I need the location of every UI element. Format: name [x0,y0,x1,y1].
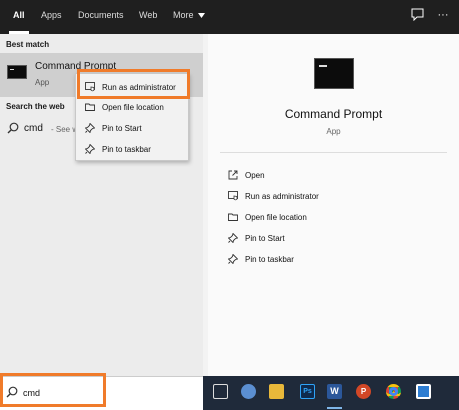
folder-icon [228,213,238,221]
tab-apps[interactable]: Apps [41,10,62,20]
photoshop-icon[interactable]: Ps [300,384,315,399]
shield-admin-icon [228,191,238,201]
tab-web[interactable]: Web [139,10,157,20]
file-explorer-icon[interactable] [269,384,284,399]
highlight-search-box [0,373,106,407]
ctx-open-file-location[interactable]: Open file location [76,97,188,117]
ctx-pin-to-start[interactable]: Pin to Start [76,118,188,138]
pin-icon [85,123,95,133]
app-detail-panel: Command Prompt App Open Run as administr… [208,34,459,376]
action-pin-to-start[interactable]: Pin to Start [224,230,444,248]
pin-icon [228,254,238,264]
app-icon[interactable] [416,384,431,399]
action-label: Open [245,171,265,180]
app-detail-title: Command Prompt [284,107,383,121]
action-run-as-administrator[interactable]: Run as administrator [224,188,444,206]
best-match-subtitle: App [35,78,50,87]
action-label: Run as administrator [245,192,319,201]
ctx-item-label: Open file location [102,103,164,112]
action-label: Pin to taskbar [245,255,294,264]
powerpoint-icon[interactable]: P [356,384,371,399]
search-filter-bar: All Apps Documents Web More ··· [0,0,459,34]
action-label: Open file location [245,213,307,222]
tab-more-label: More [173,10,194,20]
highlight-run-as-admin [77,69,190,99]
word-icon[interactable]: W [327,384,342,399]
feedback-icon[interactable] [410,8,424,22]
divider [220,152,447,153]
command-prompt-icon [7,65,27,79]
tab-all[interactable]: All [13,10,25,20]
best-match-heading: Best match [6,40,50,49]
taskbar: Ps W P [203,376,459,410]
caret-down-icon [198,13,206,19]
tab-documents[interactable]: Documents [78,10,124,20]
ellipsis-icon[interactable]: ··· [436,8,450,22]
search-icon [7,122,19,134]
action-open[interactable]: Open [224,167,444,185]
action-open-file-location[interactable]: Open file location [224,209,444,227]
folder-icon [85,103,95,111]
action-label: Pin to Start [245,234,285,243]
ctx-item-label: Pin to Start [102,124,142,133]
search-web-heading: Search the web [6,102,65,111]
pin-icon [85,144,95,154]
chrome-icon[interactable] [386,384,401,399]
task-view-icon[interactable] [213,384,228,399]
tab-more[interactable]: More [173,10,206,20]
web-result-query: cmd [24,123,43,134]
app-icon[interactable] [241,384,256,399]
running-indicator [327,407,342,409]
pin-icon [228,233,238,243]
command-prompt-icon [314,58,354,89]
action-pin-to-taskbar[interactable]: Pin to taskbar [224,251,444,269]
ctx-pin-to-taskbar[interactable]: Pin to taskbar [76,139,188,159]
open-icon [228,170,238,180]
app-detail-subtitle: App [326,127,341,136]
ctx-item-label: Pin to taskbar [102,145,151,154]
